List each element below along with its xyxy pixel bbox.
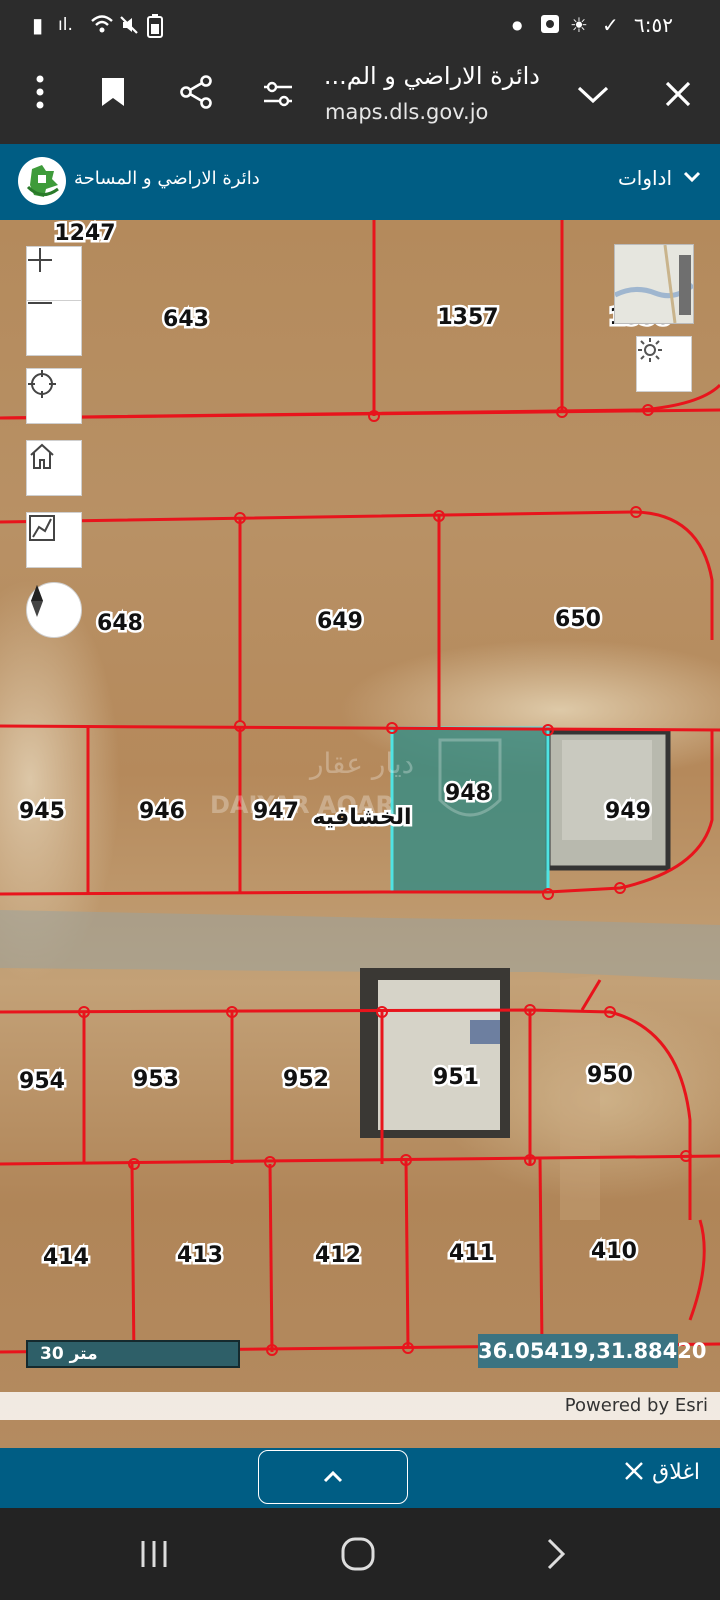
zoom-in-icon[interactable] [26,246,82,304]
parcel-label[interactable]: 949 [603,797,654,827]
check-icon: ✓ [602,13,619,37]
parcel-label[interactable]: 649 [315,607,366,637]
parcel-label[interactable]: 1357 [435,303,501,333]
close-panel-button[interactable]: اغلاق [623,1460,700,1485]
measure-icon[interactable] [26,512,82,568]
battery-icon [146,14,164,42]
compass-icon[interactable] [26,582,82,638]
close-icon[interactable] [664,80,692,112]
brightness-icon[interactable] [636,336,692,392]
recent-apps-icon[interactable] [138,1538,170,1574]
more-vert-icon[interactable] [28,74,52,114]
watermark-arabic: ديار عقار [308,747,414,780]
parcel-label[interactable]: 953 [131,1065,182,1095]
parcel-label[interactable]: 650 [553,605,604,635]
bottom-panel: اغلاق [0,1448,720,1508]
chevron-up-icon [323,1470,343,1483]
bookmark-icon[interactable] [100,76,126,112]
screenshot-icon: ▮ [32,13,44,37]
sun-icon: ☀ [570,13,588,37]
home-circle-icon[interactable] [340,1536,376,1576]
close-label: اغلاق [652,1460,700,1485]
parcel-label[interactable]: 947 [251,797,302,827]
basemap-thumbnail[interactable] [614,244,694,324]
scale-label: 30 متر [40,1344,98,1364]
parcel-label[interactable]: 952 [281,1065,332,1095]
signal-icon: ıl. [58,15,73,35]
parcel-label[interactable]: 648 [95,609,146,639]
status-time: ٦:٥٢ [634,13,673,37]
status-bar: ▮ ıl. ● ☀ ✓ ٦:٥٢ [0,0,720,50]
mute-icon [118,14,140,40]
map-view[interactable]: ديار عقار DAIYAR AQAR 1247 643 1357 1358… [0,220,720,1450]
map-canvas: ديار عقار DAIYAR AQAR 1247 643 1357 1358… [0,220,720,1361]
area-label: الخشافيه [312,805,411,830]
app-title: دائرة الاراضي و المساحة [74,168,260,189]
back-icon[interactable] [544,1536,568,1576]
close-x-icon [625,1462,644,1480]
dot-icon: ● [512,18,523,32]
photo-icon [540,14,560,38]
parcel-label[interactable]: 410 [589,1237,640,1267]
parcel-label[interactable]: 412 [313,1241,364,1271]
tools-caret-icon[interactable] [682,166,702,190]
page-settings-icon[interactable] [262,80,294,112]
dls-logo [18,157,66,205]
chevron-down-icon[interactable] [576,84,610,110]
parcel-label[interactable]: 946 [137,797,188,827]
expand-panel-button[interactable] [258,1450,408,1504]
parcel-label[interactable]: 411 [447,1239,498,1269]
coordinates-readout: 36.05419,31.88420 [478,1334,707,1368]
esri-attribution[interactable]: Powered by Esri [0,1392,720,1420]
parcel-label[interactable]: 1247 [52,220,118,249]
page-url[interactable]: maps.dls.gov.jo [325,100,488,124]
locate-icon[interactable] [26,368,82,424]
parcel-label[interactable]: 950 [585,1061,636,1091]
browser-toolbar: دائرة الاراضي و الم... maps.dls.gov.jo [0,50,720,144]
home-icon[interactable] [26,440,82,496]
parcel-label[interactable]: 643 [161,305,212,335]
parcel-label-selected[interactable]: 948 [443,779,494,809]
app-header: دائرة الاراضي و المساحة اداوات [0,144,720,220]
zoom-out-icon[interactable] [26,300,82,356]
parcel-label[interactable]: 413 [175,1241,226,1271]
parcel-label[interactable]: 414 [41,1243,92,1273]
page-title[interactable]: دائرة الاراضي و الم... [324,62,540,90]
tools-menu[interactable]: اداوات [618,166,672,190]
scale-bar: 30 متر [26,1340,240,1368]
parcel-label[interactable]: 954 [17,1067,68,1097]
parcel-label[interactable]: 951 [431,1063,482,1093]
parcel-label[interactable]: 945 [17,797,68,827]
wifi-icon [90,14,114,38]
system-nav-bar [0,1508,720,1600]
share-icon[interactable] [178,74,214,114]
